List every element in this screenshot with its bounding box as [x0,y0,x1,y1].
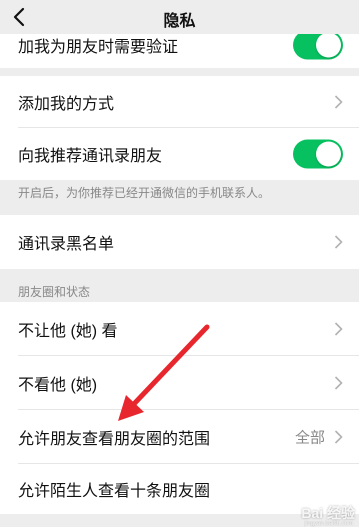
verify-toggle[interactable] [293,30,343,60]
setting-recommend-contacts[interactable]: 向我推荐通讯录朋友 [0,128,359,180]
setting-hide-from[interactable]: 不让他 (她) 看 [0,302,359,356]
watermark-logo: Bai 经验 [301,505,355,521]
setting-label: 加我为朋友时需要验证 [18,39,179,56]
setting-blacklist[interactable]: 通讯录黑名单 [0,215,359,269]
recommend-toggle[interactable] [293,139,343,169]
page-title: 隐私 [163,13,196,30]
recommend-note: 开启后，为你推荐已经开通微信的手机联系人。 [18,186,271,200]
moments-range-value: 全部 [294,429,325,447]
setting-add-methods[interactable]: 添加我的方式 [0,76,359,128]
setting-moments-range[interactable]: 允许朋友查看朋友圈的范围 全部 [0,410,359,464]
chevron-right-icon [334,430,343,444]
chevron-right-icon [334,95,343,109]
toggle-knob [316,141,341,167]
setting-label: 向我推荐通讯录朋友 [18,148,163,165]
setting-label: 不看他 (她) [18,377,98,394]
chevron-right-icon [334,235,343,249]
section-header-moments: 朋友圈和状态 [18,285,91,299]
chevron-right-icon [334,376,343,390]
navigation-bar: 隐私 [0,0,359,34]
setting-label: 添加我的方式 [18,96,115,113]
watermark-url: jingyan.baidu.com [304,521,353,527]
setting-label: 允许陌生人查看十条朋友圈 [18,483,211,500]
setting-label: 通讯录黑名单 [18,236,115,253]
chevron-right-icon [334,322,343,336]
toggle-knob [316,32,341,58]
setting-label: 允许朋友查看朋友圈的范围 [18,431,211,448]
setting-label: 不让他 (她) 看 [18,323,118,340]
setting-dont-see[interactable]: 不看他 (她) [0,356,359,410]
